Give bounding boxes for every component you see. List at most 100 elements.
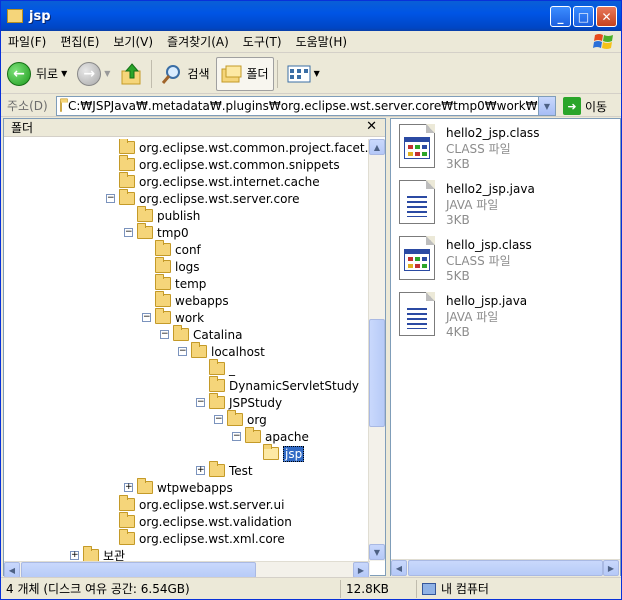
scrollbar-thumb[interactable] (408, 560, 603, 576)
scrollbar-thumb[interactable] (21, 562, 256, 578)
folder-icon (119, 189, 135, 205)
folder-icon (119, 495, 135, 511)
expand-icon[interactable]: + (124, 483, 133, 492)
tree-item[interactable]: org.eclipse.wst.server.ui (106, 495, 284, 513)
forward-button[interactable]: → ▼ (73, 57, 114, 91)
collapse-icon[interactable]: − (106, 194, 115, 203)
scroll-left-arrow-icon[interactable]: ◀ (4, 562, 20, 578)
folder-icon (155, 274, 171, 290)
chevron-down-icon[interactable]: ▼ (104, 69, 110, 78)
address-label: 주소(D) (7, 99, 48, 113)
file-list-horizontal-scrollbar[interactable]: ◀ ▶ (391, 559, 620, 576)
tree-item[interactable]: conf (142, 240, 201, 258)
chevron-down-icon[interactable]: ▼ (61, 69, 67, 78)
file-list-pane: hello2_jsp.class CLASS 파일 3KB hello2_jsp.ja… (390, 118, 621, 576)
folder-tree-vertical-scrollbar[interactable]: ▲ ▼ (368, 139, 385, 561)
folder-icon (173, 325, 189, 341)
tree-item[interactable]: + wtpwebapps (124, 478, 233, 496)
java-file-icon (399, 292, 435, 336)
file-name: hello2_jsp.class (446, 126, 540, 140)
tree-item[interactable]: DynamicServletStudy (196, 376, 359, 394)
folder-icon (119, 139, 135, 154)
up-button[interactable] (116, 57, 148, 91)
tree-item[interactable]: publish (124, 206, 200, 224)
tree-item[interactable]: _ (196, 359, 235, 377)
collapse-icon[interactable]: − (142, 313, 151, 322)
tree-item[interactable]: jsp (250, 444, 305, 462)
expand-icon[interactable]: + (70, 551, 79, 560)
scrollbar-thumb[interactable] (369, 319, 385, 427)
file-size: 4KB (446, 325, 470, 339)
file-item[interactable]: hello_jsp.java JAVA 파일 4KB (399, 292, 619, 344)
tree-item[interactable]: − localhost (178, 342, 265, 360)
maximize-button[interactable]: □ (573, 6, 594, 27)
address-input[interactable]: C:₩JSPJava₩.metadata₩.plugins₩org.eclips… (56, 96, 556, 116)
chevron-down-icon[interactable]: ▼ (314, 69, 320, 78)
tree-item-label: temp (175, 276, 207, 291)
expand-icon[interactable]: + (196, 466, 205, 475)
minimize-button[interactable]: _ (550, 6, 571, 27)
collapse-icon[interactable]: − (178, 347, 187, 356)
folder-tree-horizontal-scrollbar[interactable]: ◀ ▶ (4, 561, 370, 578)
tree-item[interactable]: webapps (142, 291, 229, 309)
file-item[interactable]: hello2_jsp.java JAVA 파일 3KB (399, 180, 619, 232)
close-button[interactable]: ✕ (596, 6, 617, 27)
tree-item[interactable]: org.eclipse.wst.validation (106, 512, 292, 530)
views-icon (287, 65, 311, 82)
explorer-window: jsp _ □ ✕ 파일(F) 편집(E) 보기(V) 즐겨찾기(A) 도구(T… (0, 0, 622, 600)
collapse-icon[interactable]: − (232, 432, 241, 441)
menu-help[interactable]: 도움말(H) (289, 33, 355, 50)
scroll-up-arrow-icon[interactable]: ▲ (369, 139, 385, 155)
menu-edit[interactable]: 편집(E) (53, 33, 106, 50)
search-button[interactable]: 검색 (157, 57, 213, 91)
scroll-right-arrow-icon[interactable]: ▶ (603, 560, 619, 576)
tree-item[interactable]: − apache (232, 427, 309, 445)
tree-item[interactable]: temp (142, 274, 207, 292)
file-item[interactable]: hello_jsp.class CLASS 파일 5KB (399, 236, 619, 288)
tree-item[interactable]: org.eclipse.wst.xml.core (106, 529, 285, 547)
tree-item[interactable]: org.eclipse.wst.common.snippets (106, 155, 340, 173)
tree-item[interactable]: org.eclipse.wst.common.project.facet.ui (106, 139, 370, 156)
collapse-icon[interactable]: − (160, 330, 169, 339)
scroll-down-arrow-icon[interactable]: ▼ (369, 544, 385, 560)
tree-item[interactable]: − tmp0 (124, 223, 189, 241)
collapse-icon[interactable]: − (196, 398, 205, 407)
tree-item-label: org.eclipse.wst.internet.cache (139, 174, 320, 189)
menu-favorites[interactable]: 즐겨찾기(A) (160, 33, 236, 50)
tree-item[interactable]: − Catalina (160, 325, 242, 343)
tree-item[interactable]: − org.eclipse.wst.server.core (106, 189, 300, 207)
go-button[interactable]: ➜ 이동 (563, 97, 607, 115)
menu-tools[interactable]: 도구(T) (236, 33, 289, 50)
file-name: hello2_jsp.java (446, 182, 535, 196)
tree-item[interactable]: − work (142, 308, 204, 326)
tree-item[interactable]: + Test (196, 461, 253, 479)
status-object-count: 4 개체 (디스크 여유 공간: 6.54GB) (1, 579, 341, 598)
folder-pane-close-icon[interactable]: ✕ (366, 119, 377, 134)
address-dropdown-button[interactable]: ▼ (538, 97, 555, 115)
file-item[interactable]: hello2_jsp.class CLASS 파일 3KB (399, 124, 619, 176)
menu-view[interactable]: 보기(V) (106, 33, 160, 50)
file-size: 3KB (446, 213, 470, 227)
folder-icon (137, 478, 153, 494)
folder-icon (155, 257, 171, 273)
menu-file[interactable]: 파일(F) (1, 33, 53, 50)
title-bar[interactable]: jsp _ □ ✕ (1, 1, 621, 31)
views-button[interactable]: ▼ (283, 57, 324, 91)
tree-item[interactable]: org.eclipse.wst.internet.cache (106, 172, 320, 190)
tree-item[interactable]: logs (142, 257, 200, 275)
scroll-left-arrow-icon[interactable]: ◀ (391, 560, 407, 576)
file-name: hello_jsp.class (446, 238, 532, 252)
folders-button[interactable]: 폴더 (215, 56, 274, 91)
collapse-icon[interactable]: − (214, 415, 223, 424)
back-button[interactable]: ← 뒤로 ▼ (3, 57, 71, 91)
tree-item[interactable]: + 보관 (70, 546, 126, 561)
file-type: JAVA 파일 (446, 310, 499, 324)
tree-item[interactable]: − org (214, 410, 267, 428)
scroll-right-arrow-icon[interactable]: ▶ (353, 562, 369, 578)
collapse-icon[interactable]: − (124, 228, 133, 237)
tree-item[interactable]: − JSPStudy (196, 393, 282, 411)
windows-logo-icon (593, 34, 613, 49)
tree-item-label: 보관 (103, 549, 126, 561)
